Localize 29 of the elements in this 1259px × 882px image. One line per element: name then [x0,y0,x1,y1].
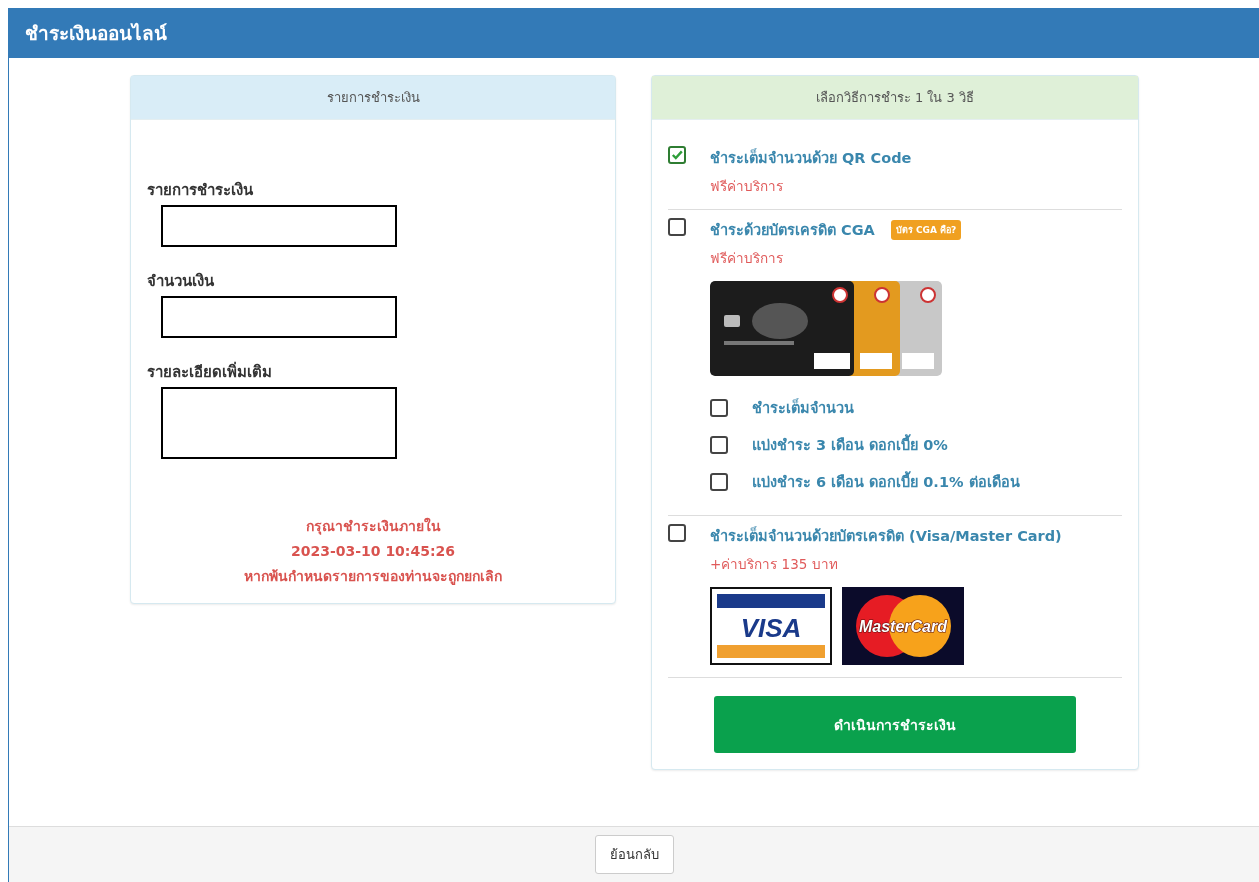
payment-option-label[interactable]: ชำระด้วยบัตรเครดิต CGA [710,218,875,241]
field-label: รายการชำระเงิน [147,180,254,201]
field-label: จำนวนเงิน [147,271,215,292]
panel-heading: รายการชำระเงิน [131,76,615,120]
checkbox[interactable] [710,472,728,491]
panel-heading: เลือกวิธีการชำระ 1 ใน 3 วิธี [652,76,1138,120]
check-icon [671,150,683,160]
field-label: รายละเอียดเพิ่มเติม [147,360,273,383]
service-fee: ฟรีค่าบริการ [710,249,784,268]
deadline-notice: 2023-03-10 10:45:26 [290,543,456,559]
installment-option-label[interactable]: แบ่งชำระ 6 เดือน ดอกเบี้ย 0.1% ต่อเดือน [752,470,1020,493]
payment-option-label[interactable]: ชำระเต็มจำนวนด้วย QR Code [710,146,912,169]
checkbox[interactable] [668,218,686,236]
deadline-notice: กรุณาชำระเงินภายใน [305,516,441,537]
visa-logo: VISA [710,587,832,665]
installment-option-label[interactable]: แบ่งชำระ 3 เดือน ดอกเบี้ย 0% [752,433,948,456]
checkbox[interactable] [710,435,728,454]
deadline-notice: หากพ้นกำหนดรายการของท่านจะถูกยกเลิก [244,567,502,587]
back-button[interactable]: ย้อนกลับ [594,835,674,874]
checkbox[interactable] [710,398,728,417]
info-badge[interactable]: บัตร CGA คือ? [890,219,962,240]
service-fee: +ค่าบริการ 135 บาท [710,555,839,574]
checkbox[interactable] [668,524,686,542]
installment-option-label[interactable]: ชำระเต็มจำนวน [752,396,854,419]
service-fee: ฟรีค่าบริการ [710,177,784,196]
payment-option-label[interactable]: ชำระเต็มจำนวนด้วยบัตรเครดิต (Visa/Master Card) [710,524,1062,547]
checkbox[interactable] [668,146,686,164]
page-title: ชำระเงินออนไลน์ [25,21,167,46]
pay-button[interactable]: ดำเนินการชำระเงิน [714,696,1076,753]
